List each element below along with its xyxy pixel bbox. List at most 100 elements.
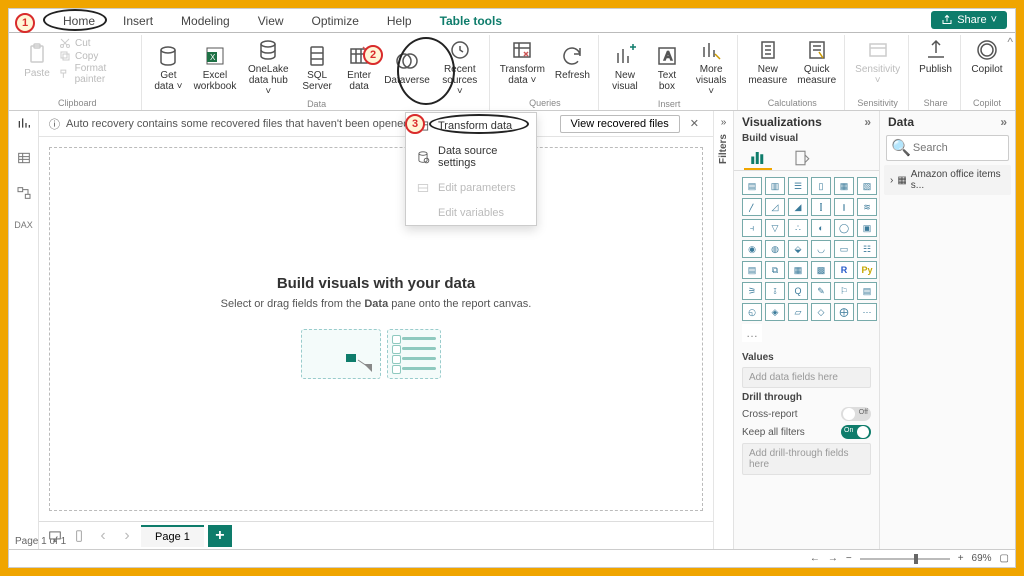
- viz-tab-format[interactable]: [788, 148, 816, 170]
- data-search[interactable]: 🔍: [886, 135, 1009, 161]
- nav-table-icon[interactable]: [16, 150, 32, 171]
- viz-qna[interactable]: Q: [788, 282, 808, 300]
- viz-100-bar[interactable]: ▦: [834, 177, 854, 195]
- transform-data-button[interactable]: Transform data ˅: [496, 35, 549, 88]
- onelake-button[interactable]: OneLake data hub ˅: [242, 35, 296, 99]
- viz-filled-map[interactable]: ◍: [765, 240, 785, 258]
- viz-tab-build[interactable]: [744, 148, 772, 170]
- viz-r[interactable]: R: [834, 261, 854, 279]
- viz-other1[interactable]: ◇: [811, 303, 831, 321]
- tab-insert[interactable]: Insert: [109, 10, 167, 32]
- get-data-button[interactable]: Get data ˅: [148, 35, 188, 99]
- quick-measure-button[interactable]: Quick measure: [793, 35, 840, 88]
- viz-clustered-bar[interactable]: ☰: [788, 177, 808, 195]
- viz-clustered-col[interactable]: ▯: [811, 177, 831, 195]
- viz-goals[interactable]: ⚐: [834, 282, 854, 300]
- nav-report-icon[interactable]: [16, 115, 32, 136]
- viz-line-col[interactable]: ⫿: [811, 198, 831, 216]
- page-tab-1[interactable]: Page 1: [141, 525, 204, 547]
- report-canvas[interactable]: Build visuals with your data Select or d…: [49, 147, 703, 511]
- viz-stacked-bar[interactable]: ▤: [742, 177, 762, 195]
- nav-dax-icon[interactable]: DAX: [14, 220, 33, 230]
- new-measure-button[interactable]: New measure: [744, 35, 791, 88]
- viz-power-apps[interactable]: ◈: [765, 303, 785, 321]
- copilot-button[interactable]: Copilot: [967, 35, 1007, 77]
- data-table-item[interactable]: › ▦ Amazon office items s...: [884, 165, 1011, 195]
- viz-kpi[interactable]: ▤: [742, 261, 762, 279]
- viz-azure-map[interactable]: ⬙: [788, 240, 808, 258]
- tab-modeling[interactable]: Modeling: [167, 10, 244, 32]
- tab-table-tools[interactable]: Table tools: [426, 10, 516, 32]
- viz-card[interactable]: ▭: [834, 240, 854, 258]
- viz-py[interactable]: Py: [857, 261, 877, 279]
- viz-treemap[interactable]: ▣: [857, 219, 877, 237]
- viz-more-dots[interactable]: …: [742, 324, 762, 342]
- dd-transform-data[interactable]: Transform data: [406, 113, 536, 139]
- copy-button[interactable]: Copy: [59, 50, 137, 62]
- viz-pie[interactable]: ◐: [811, 219, 831, 237]
- tab-home[interactable]: Home: [49, 10, 109, 32]
- viz-100-col[interactable]: ▧: [857, 177, 877, 195]
- viz-table[interactable]: ▦: [788, 261, 808, 279]
- viz-paginated[interactable]: ▤: [857, 282, 877, 300]
- viz-ribbon[interactable]: ≋: [857, 198, 877, 216]
- mobile-layout-icon[interactable]: [69, 526, 89, 546]
- status-right-arrow[interactable]: →: [828, 553, 838, 564]
- viz-stacked-area[interactable]: ◢: [788, 198, 808, 216]
- filters-expand-icon[interactable]: »: [721, 117, 727, 128]
- dd-data-source-settings[interactable]: Data source settings: [406, 139, 536, 175]
- share-button[interactable]: Share ˅: [931, 11, 1007, 29]
- viz-waterfall[interactable]: ⫞: [742, 219, 762, 237]
- add-page-button[interactable]: +: [208, 525, 232, 547]
- text-box-button[interactable]: AText box: [647, 35, 687, 99]
- paste-button[interactable]: Paste: [17, 35, 57, 85]
- filters-pane-collapsed[interactable]: » Filters: [713, 111, 733, 549]
- viz-map[interactable]: ◉: [742, 240, 762, 258]
- data-collapse-icon[interactable]: »: [1000, 115, 1007, 129]
- page-next-icon[interactable]: ›: [117, 526, 137, 546]
- fit-page-icon[interactable]: ▢: [1000, 553, 1009, 564]
- viz-funnel[interactable]: ▽: [765, 219, 785, 237]
- viz-line-col2[interactable]: ⫾: [834, 198, 854, 216]
- viz-gauge[interactable]: ◡: [811, 240, 831, 258]
- view-recovered-files-button[interactable]: View recovered files: [560, 115, 680, 133]
- viz-donut[interactable]: ◯: [834, 219, 854, 237]
- zoom-out-icon[interactable]: −: [846, 553, 852, 564]
- more-visuals-button[interactable]: More visuals ˅: [689, 35, 733, 99]
- viz-multi-card[interactable]: ☷: [857, 240, 877, 258]
- collapse-ribbon-icon[interactable]: ^: [1007, 35, 1013, 49]
- publish-button[interactable]: Publish: [915, 35, 956, 77]
- sensitivity-button[interactable]: Sensitivity ˅: [851, 35, 904, 88]
- viz-key-infl[interactable]: ⚞: [742, 282, 762, 300]
- keep-filters-toggle[interactable]: On: [841, 425, 871, 439]
- viz-stacked-col[interactable]: ▥: [765, 177, 785, 195]
- refresh-button[interactable]: Refresh: [551, 35, 594, 88]
- cut-button[interactable]: Cut: [59, 37, 137, 49]
- viz-decomp[interactable]: ⫱: [765, 282, 785, 300]
- data-search-input[interactable]: [911, 141, 1024, 155]
- values-well[interactable]: Add data fields here: [742, 367, 871, 388]
- viz-other2[interactable]: ⨁: [834, 303, 854, 321]
- new-visual-button[interactable]: New visual: [605, 35, 645, 99]
- recovery-close-icon[interactable]: ✕: [686, 117, 703, 130]
- tab-optimize[interactable]: Optimize: [298, 10, 373, 32]
- viz-matrix[interactable]: ▩: [811, 261, 831, 279]
- drill-well[interactable]: Add drill-through fields here: [742, 443, 871, 475]
- viz-scatter[interactable]: ∴: [788, 219, 808, 237]
- format-painter-button[interactable]: Format painter: [59, 63, 137, 85]
- cross-report-toggle[interactable]: Off: [841, 407, 871, 421]
- viz-automate[interactable]: ▱: [788, 303, 808, 321]
- viz-get-more[interactable]: ⋯: [857, 303, 877, 321]
- page-prev-icon[interactable]: ‹: [93, 526, 113, 546]
- viz-arc[interactable]: ◵: [742, 303, 762, 321]
- tab-view[interactable]: View: [244, 10, 298, 32]
- status-left-arrow[interactable]: ←: [810, 553, 820, 564]
- recent-sources-button[interactable]: Recent sources ˅: [435, 35, 485, 99]
- zoom-in-icon[interactable]: +: [958, 553, 964, 564]
- viz-area[interactable]: ◿: [765, 198, 785, 216]
- nav-model-icon[interactable]: [16, 185, 32, 206]
- viz-narrative[interactable]: ✎: [811, 282, 831, 300]
- zoom-slider[interactable]: [860, 558, 950, 560]
- excel-workbook-button[interactable]: XExcel workbook: [190, 35, 239, 99]
- viz-slicer[interactable]: ⧉: [765, 261, 785, 279]
